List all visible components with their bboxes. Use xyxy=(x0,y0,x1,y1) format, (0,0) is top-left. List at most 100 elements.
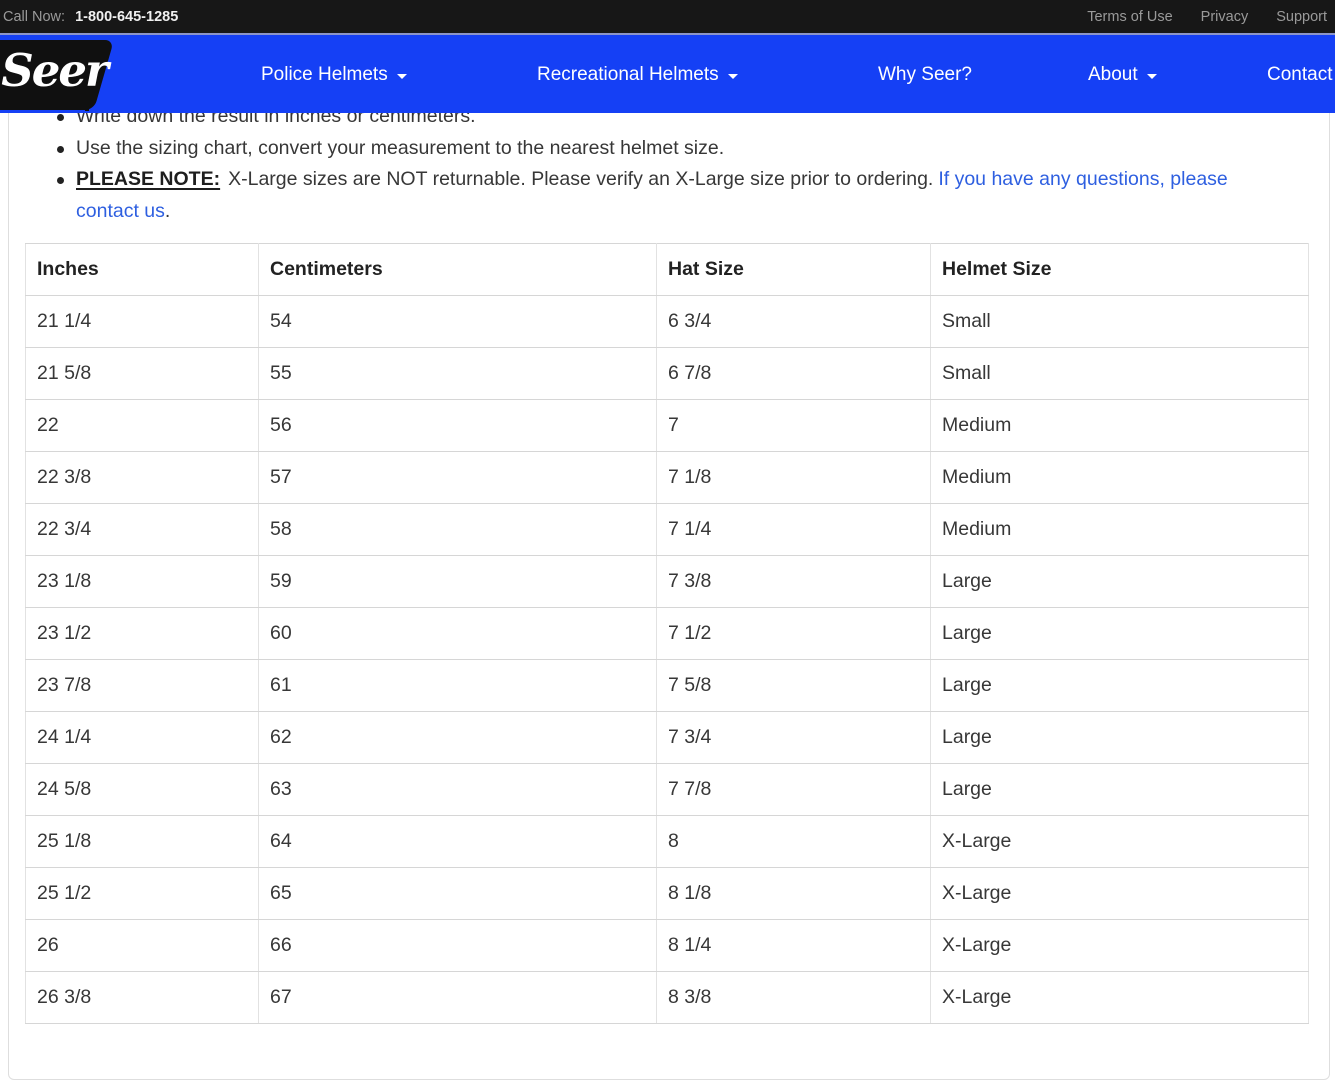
main-nav: Seer Police Helmets Recreational Helmets… xyxy=(0,33,1335,113)
table-cell: 67 xyxy=(259,971,657,1023)
nav-item-label: About xyxy=(1088,64,1138,86)
table-cell: 57 xyxy=(259,451,657,503)
call-now-area: Call Now: 1-800-645-1285 xyxy=(3,9,178,25)
table-cell: Large xyxy=(931,711,1309,763)
table-cell: 7 3/4 xyxy=(657,711,931,763)
column-header-hat-size: Hat Size xyxy=(657,243,931,295)
instruction-text: Use the sizing chart, convert your measu… xyxy=(76,137,724,159)
chevron-down-icon xyxy=(397,74,407,79)
content-panel: Write down the result in inches or centi… xyxy=(8,100,1330,1080)
table-cell: Large xyxy=(931,607,1309,659)
table-cell: 23 7/8 xyxy=(26,659,259,711)
topbar-link-support[interactable]: Support xyxy=(1276,9,1327,25)
table-body: 21 1/4546 3/4Small21 5/8556 7/8Small2256… xyxy=(26,295,1309,1023)
table-cell: X-Large xyxy=(931,815,1309,867)
nav-item-label: Why Seer? xyxy=(878,64,972,86)
table-cell: 8 3/8 xyxy=(657,971,931,1023)
table-cell: X-Large xyxy=(931,971,1309,1023)
nav-item-why-seer[interactable]: Why Seer? xyxy=(878,37,972,113)
table-cell: 8 1/4 xyxy=(657,919,931,971)
table-row: 21 5/8556 7/8Small xyxy=(26,347,1309,399)
column-header-centimeters: Centimeters xyxy=(259,243,657,295)
nav-item-label: Contact xyxy=(1267,64,1332,86)
note-text: X-Large sizes are NOT returnable. Please… xyxy=(228,168,933,190)
table-cell: 59 xyxy=(259,555,657,607)
table-row: 23 7/8617 5/8Large xyxy=(26,659,1309,711)
nav-item-recreational-helmets[interactable]: Recreational Helmets xyxy=(537,37,738,113)
table-cell: Small xyxy=(931,295,1309,347)
table-cell: 22 xyxy=(26,399,259,451)
table-cell: 65 xyxy=(259,867,657,919)
please-note-label: PLEASE NOTE: xyxy=(76,168,220,190)
nav-item-label: Recreational Helmets xyxy=(537,64,719,86)
table-cell: 6 7/8 xyxy=(657,347,931,399)
table-cell: 63 xyxy=(259,763,657,815)
table-cell: 7 5/8 xyxy=(657,659,931,711)
table-row: 23 1/2607 1/2Large xyxy=(26,607,1309,659)
table-cell: 7 xyxy=(657,399,931,451)
instruction-list: Write down the result in inches or centi… xyxy=(9,101,1329,228)
table-cell: Large xyxy=(931,659,1309,711)
table-cell: 24 1/4 xyxy=(26,711,259,763)
table-cell: 7 1/8 xyxy=(657,451,931,503)
table-cell: 66 xyxy=(259,919,657,971)
table-cell: 7 7/8 xyxy=(657,763,931,815)
table-cell: 7 3/8 xyxy=(657,555,931,607)
table-cell: 24 5/8 xyxy=(26,763,259,815)
chevron-down-icon xyxy=(728,74,738,79)
call-now-label: Call Now: xyxy=(3,9,65,25)
table-cell: 62 xyxy=(259,711,657,763)
table-row: 25 1/2658 1/8X-Large xyxy=(26,867,1309,919)
note-period: . xyxy=(165,200,170,222)
table-cell: 64 xyxy=(259,815,657,867)
table-cell: 60 xyxy=(259,607,657,659)
table-cell: 8 xyxy=(657,815,931,867)
table-cell: 58 xyxy=(259,503,657,555)
phone-number[interactable]: 1-800-645-1285 xyxy=(75,9,178,25)
table-cell: 21 5/8 xyxy=(26,347,259,399)
table-cell: 6 3/4 xyxy=(657,295,931,347)
table-cell: Medium xyxy=(931,503,1309,555)
chevron-down-icon xyxy=(1147,74,1157,79)
table-cell: 25 1/2 xyxy=(26,867,259,919)
nav-item-label: Police Helmets xyxy=(261,64,388,86)
topbar-link-privacy[interactable]: Privacy xyxy=(1201,9,1249,25)
table-row: 26668 1/4X-Large xyxy=(26,919,1309,971)
table-cell: 54 xyxy=(259,295,657,347)
logo-trademark-dot xyxy=(85,107,89,111)
table-cell: Medium xyxy=(931,399,1309,451)
table-row: 21 1/4546 3/4Small xyxy=(26,295,1309,347)
nav-item-about[interactable]: About xyxy=(1088,37,1157,113)
table-cell: 8 1/8 xyxy=(657,867,931,919)
table-cell: 7 1/2 xyxy=(657,607,931,659)
table-cell: Large xyxy=(931,763,1309,815)
table-cell: X-Large xyxy=(931,867,1309,919)
table-cell: Small xyxy=(931,347,1309,399)
table-row: 24 1/4627 3/4Large xyxy=(26,711,1309,763)
table-header-row: Inches Centimeters Hat Size Helmet Size xyxy=(26,243,1309,295)
topbar-link-terms-of-use[interactable]: Terms of Use xyxy=(1087,9,1172,25)
column-header-inches: Inches xyxy=(26,243,259,295)
table-cell: 21 1/4 xyxy=(26,295,259,347)
table-cell: Medium xyxy=(931,451,1309,503)
table-cell: 25 1/8 xyxy=(26,815,259,867)
table-row: 22567Medium xyxy=(26,399,1309,451)
nav-item-police-helmets[interactable]: Police Helmets xyxy=(261,37,407,113)
table-cell: X-Large xyxy=(931,919,1309,971)
table-row: 24 5/8637 7/8Large xyxy=(26,763,1309,815)
column-header-helmet-size: Helmet Size xyxy=(931,243,1309,295)
nav-item-contact[interactable]: Contact xyxy=(1267,37,1332,113)
table-row: 25 1/8648X-Large xyxy=(26,815,1309,867)
table-cell: 22 3/8 xyxy=(26,451,259,503)
table-row: 22 3/4587 1/4Medium xyxy=(26,503,1309,555)
list-item: Use the sizing chart, convert your measu… xyxy=(9,133,1254,165)
topbar-links: Terms of Use Privacy Support xyxy=(1087,9,1329,25)
logo-text: Seer xyxy=(1,46,106,96)
table-row: 26 3/8678 3/8X-Large xyxy=(26,971,1309,1023)
seer-logo[interactable]: Seer xyxy=(0,40,114,110)
table-cell: 26 3/8 xyxy=(26,971,259,1023)
table-cell: 26 xyxy=(26,919,259,971)
table-cell: Large xyxy=(931,555,1309,607)
table-cell: 23 1/8 xyxy=(26,555,259,607)
table-row: 23 1/8597 3/8Large xyxy=(26,555,1309,607)
